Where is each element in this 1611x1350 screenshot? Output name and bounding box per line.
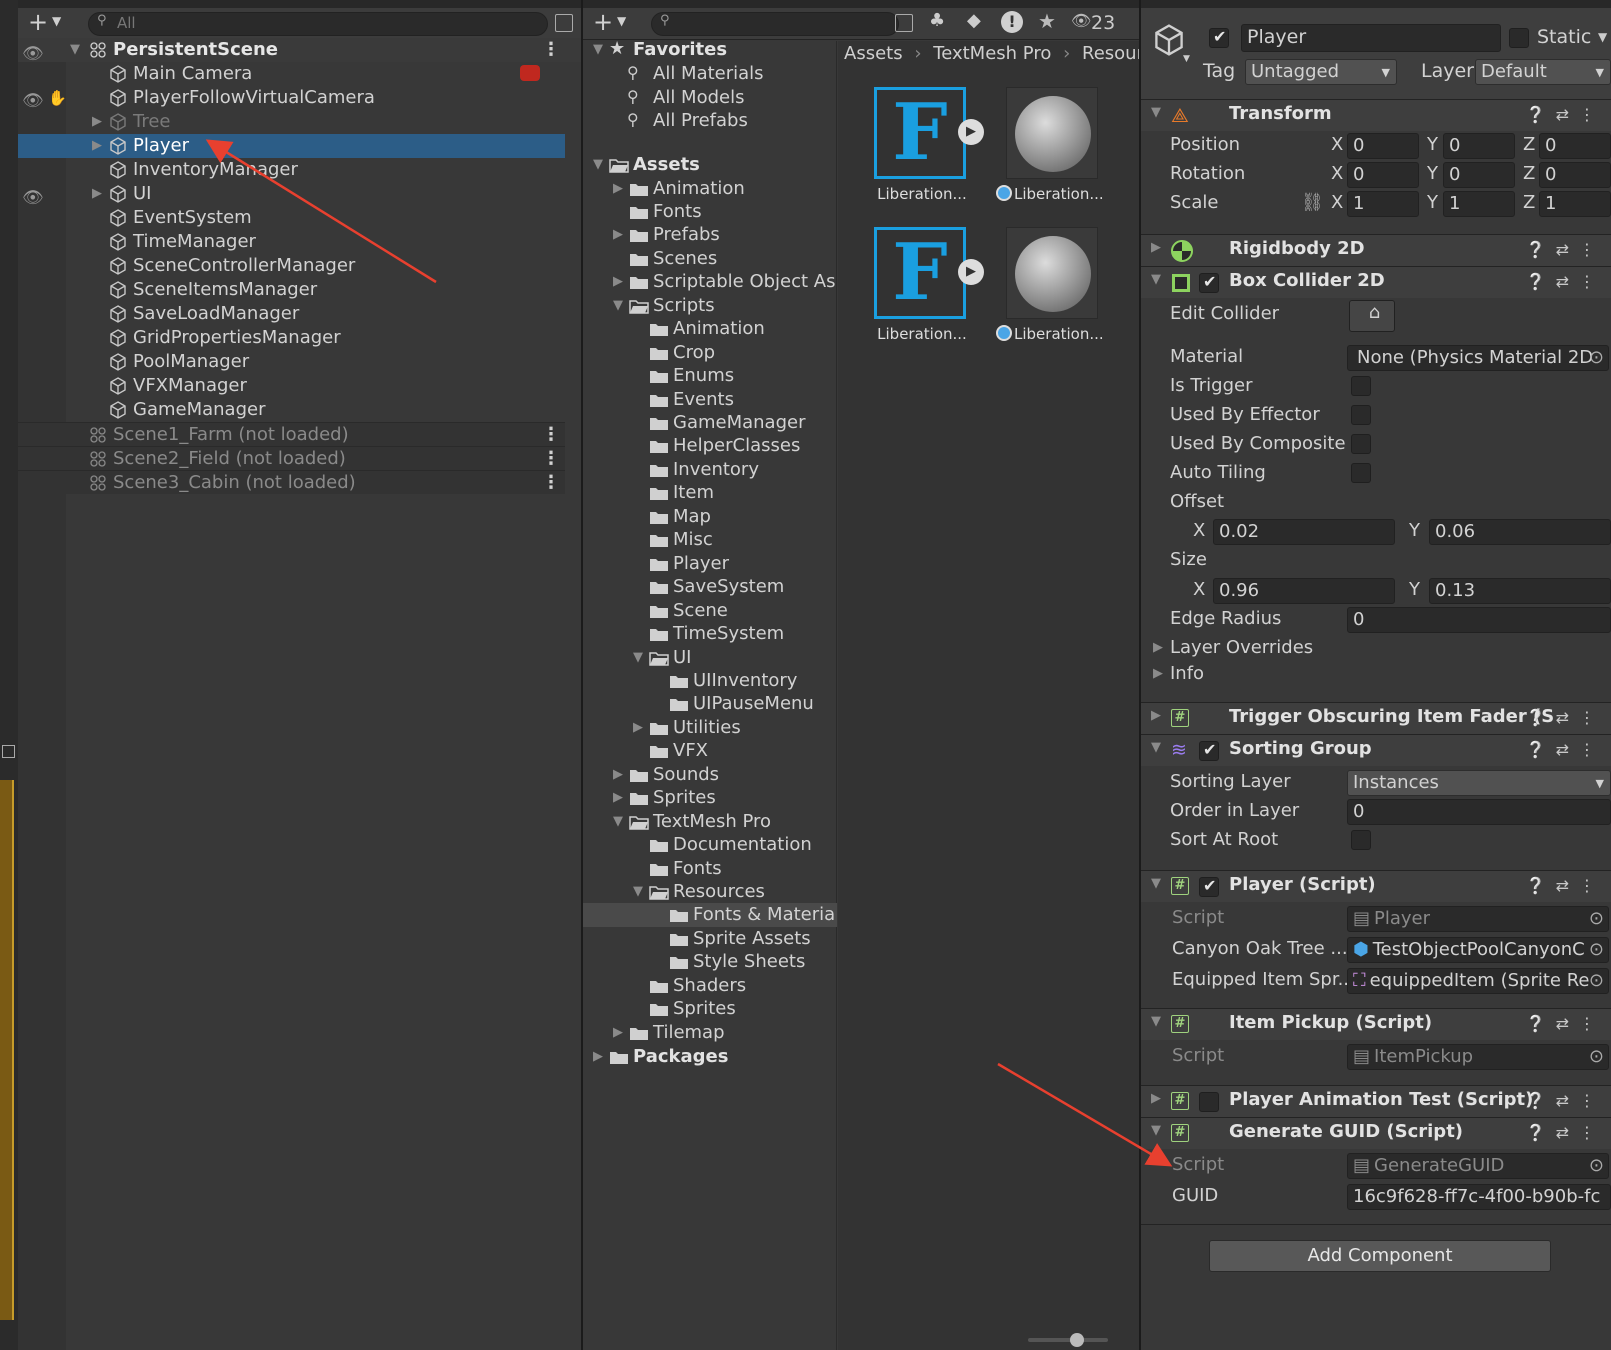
annotation-arrows bbox=[205, 139, 1173, 1167]
annotation-arrow-player bbox=[205, 139, 437, 284]
annotation-arrow-guid bbox=[997, 1062, 1173, 1167]
